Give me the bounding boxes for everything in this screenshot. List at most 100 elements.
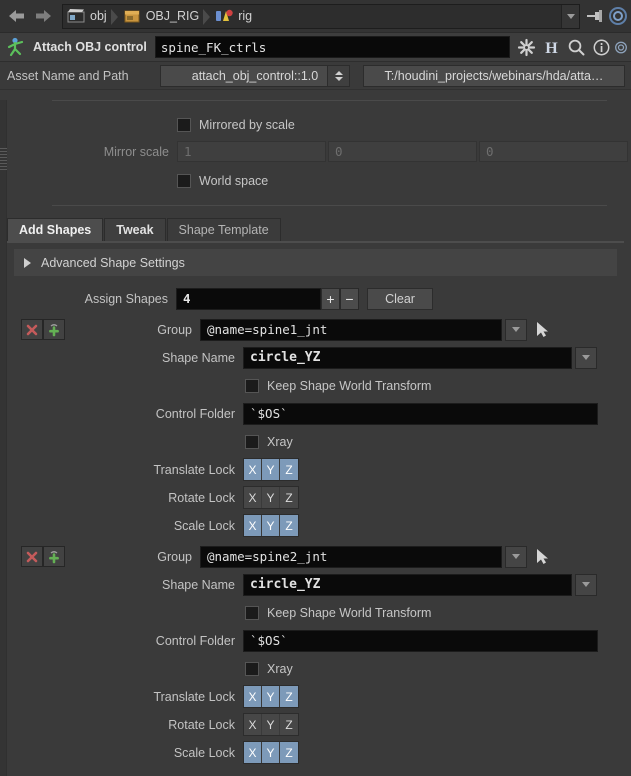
node-name-input[interactable]: spine_FK_ctrls [154,36,510,58]
scale-lock-z[interactable]: Z [280,742,298,763]
scale-lock-toggles[interactable]: X Y Z [243,741,299,764]
package-box-icon [123,8,141,24]
shape-name-row: Shape Name circle_YZ [0,572,631,597]
plus-icon: + [326,290,335,307]
control-folder-input[interactable]: `$OS` [243,402,598,425]
mirror-scale-z-input[interactable]: 0 [479,141,628,162]
search-icon[interactable] [564,35,588,59]
shape-insert-button[interactable] [43,546,65,567]
assign-shapes-remove-button[interactable]: − [340,287,359,310]
group-input[interactable]: @name=spine2_jnt [200,545,502,568]
mirror-scale-x-input[interactable]: 1 [177,141,326,162]
scale-lock-x[interactable]: X [244,515,262,536]
keep-shape-world-transform-checkbox[interactable] [245,378,259,393]
group-input[interactable]: @name=spine1_jnt [200,318,502,341]
green-plus-icon [49,550,59,563]
panel-scrollbar[interactable] [0,100,7,776]
character-rig-icon [6,37,28,57]
target-icon [609,7,627,25]
rotate-lock-y[interactable]: Y [262,487,280,508]
breadcrumb-label: rig [238,9,253,23]
translate-lock-y[interactable]: Y [262,686,280,707]
group-dropdown-button[interactable] [505,318,527,341]
shape-name-dropdown-button[interactable] [575,573,597,596]
divider [52,100,607,101]
translate-lock-label: Translate Lock [153,689,235,704]
advanced-shape-settings-toggle[interactable]: Advanced Shape Settings [14,249,617,276]
cursor-arrow-icon [537,549,548,564]
shape-delete-button[interactable] [21,319,43,340]
rotate-lock-x[interactable]: X [244,714,262,735]
translate-lock-toggles[interactable]: X Y Z [243,685,299,708]
target-button[interactable] [607,7,627,25]
mirrored-by-scale-checkbox[interactable] [177,117,191,132]
scale-lock-toggles[interactable]: X Y Z [243,514,299,537]
cursor-arrow-icon [537,322,548,337]
shape-name-input[interactable]: circle_YZ [243,573,572,596]
houdini-help-icon[interactable]: H [539,35,563,59]
breadcrumb-dropdown-button[interactable] [561,4,579,28]
xray-checkbox[interactable] [245,434,259,449]
translate-lock-toggles[interactable]: X Y Z [243,458,299,481]
world-space-checkbox[interactable] [177,173,191,188]
forward-button[interactable] [30,3,56,29]
scale-lock-x[interactable]: X [244,742,262,763]
rotate-lock-z[interactable]: Z [280,714,298,735]
rotate-lock-toggles[interactable]: X Y Z [243,486,299,509]
breadcrumb[interactable]: obj OBJ_RIG rig [62,3,580,29]
rotate-lock-y[interactable]: Y [262,714,280,735]
scrollbar-grip[interactable] [0,148,7,170]
group-pick-button[interactable] [532,548,554,565]
pin-icon [587,10,602,22]
triangle-up-icon [334,70,343,75]
tab-tweak[interactable]: Tweak [104,218,166,241]
shape-delete-button[interactable] [21,546,43,567]
tab-bar: Add Shapes Tweak Shape Template [7,217,631,241]
scale-lock-label: Scale Lock [173,518,235,533]
translate-lock-z[interactable]: Z [280,459,298,480]
breadcrumb-item-obj-rig[interactable]: OBJ_RIG [123,5,202,28]
translate-lock-x[interactable]: X [244,459,262,480]
control-folder-label: Control Folder [155,633,235,648]
info-icon[interactable] [589,35,613,59]
breadcrumb-item-obj[interactable]: obj [67,5,109,28]
group-value: @name=spine1_jnt [207,322,328,337]
assign-shapes-input[interactable]: 4 [176,287,321,310]
asset-name-stepper[interactable] [327,65,349,86]
tab-shape-template[interactable]: Shape Template [166,218,281,241]
rotate-lock-toggles[interactable]: X Y Z [243,713,299,736]
pin-button[interactable] [583,8,607,24]
control-folder-input[interactable]: `$OS` [243,629,598,652]
shape-insert-button[interactable] [43,319,65,340]
assign-shapes-clear-button[interactable]: Clear [367,287,433,310]
xray-row: Xray [0,656,631,681]
scale-lock-z[interactable]: Z [280,515,298,536]
group-row: Group @name=spine1_jnt [0,317,631,342]
scale-lock-y[interactable]: Y [262,515,280,536]
mirrored-by-scale-row: Mirrored by scale [7,112,631,137]
chevron-down-icon [582,355,590,360]
mirror-scale-label: Mirror scale [103,144,169,159]
xray-checkbox[interactable] [245,661,259,676]
translate-lock-x[interactable]: X [244,686,262,707]
translate-lock-y[interactable]: Y [262,459,280,480]
asset-path-value: T:/houdini_projects/webinars/hda/atta… [384,68,604,83]
tab-add-shapes[interactable]: Add Shapes [7,218,104,241]
keep-shape-world-transform-checkbox[interactable] [245,605,259,620]
breadcrumb-item-rig[interactable]: rig [215,5,254,28]
rotate-lock-z[interactable]: Z [280,487,298,508]
mirror-scale-y-input[interactable]: 0 [328,141,477,162]
scale-lock-y[interactable]: Y [262,742,280,763]
asset-name-combo[interactable]: attach_obj_control::1.0 [160,64,350,87]
assign-shapes-add-button[interactable]: + [321,287,340,310]
gear-icon[interactable] [514,35,538,59]
asset-path-button[interactable]: T:/houdini_projects/webinars/hda/atta… [363,64,625,87]
rotate-lock-x[interactable]: X [244,487,262,508]
group-dropdown-button[interactable] [505,545,527,568]
group-pick-button[interactable] [532,321,554,338]
back-button[interactable] [4,3,30,29]
shape-name-input[interactable]: circle_YZ [243,346,572,369]
shape-name-dropdown-button[interactable] [575,346,597,369]
more-options-icon[interactable] [614,35,628,59]
translate-lock-z[interactable]: Z [280,686,298,707]
